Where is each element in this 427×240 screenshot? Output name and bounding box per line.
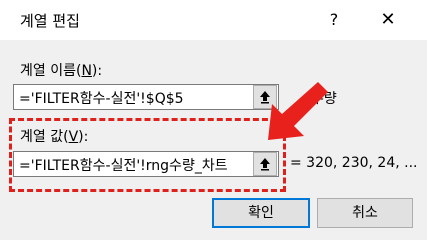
close-button[interactable]: ✕ — [372, 6, 404, 34]
cancel-button[interactable]: 취소 — [317, 198, 413, 228]
series-name-value: ='FILTER함수-실전'!$Q$5 — [19, 91, 184, 107]
series-values-preview: = 320, 230, 24, ... — [290, 155, 418, 171]
series-name-input[interactable]: ='FILTER함수-실전'!$Q$5 — [13, 84, 279, 110]
title-bar: 계열 편집 ? ✕ — [0, 0, 427, 40]
series-name-accel: N — [81, 63, 92, 79]
annotation-highlight-box — [9, 118, 286, 192]
annotation-arrow-icon — [268, 82, 328, 140]
help-button[interactable]: ? — [318, 6, 350, 34]
dialog-title: 계열 편집 — [20, 12, 80, 30]
series-name-label: 계열 이름(N): — [20, 63, 103, 79]
ok-button[interactable]: 확인 — [212, 198, 310, 228]
